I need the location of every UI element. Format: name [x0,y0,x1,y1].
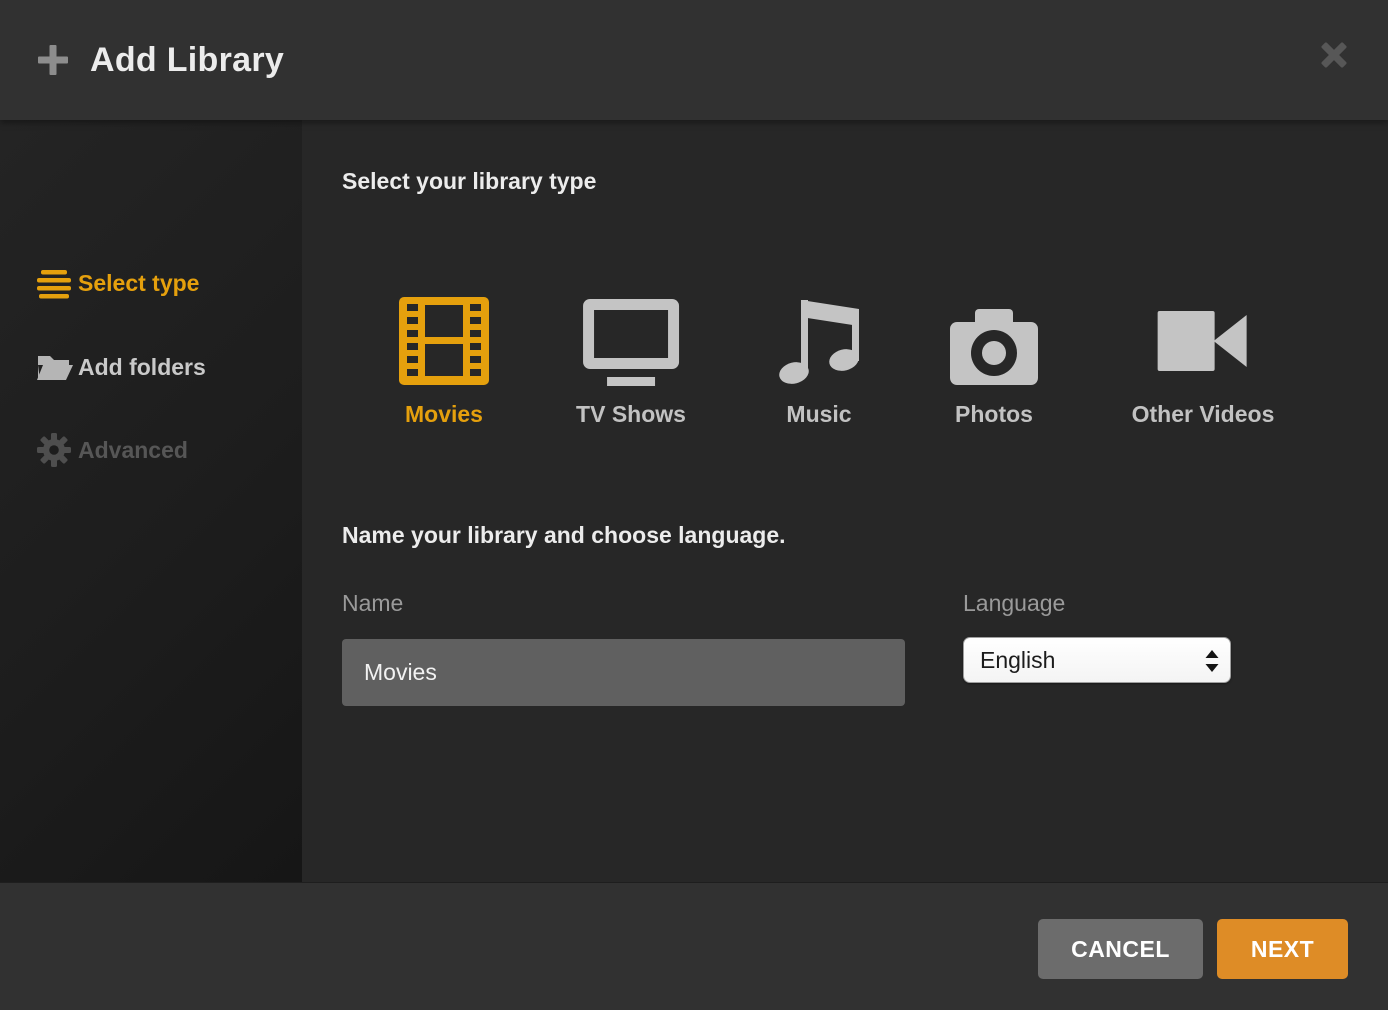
main-content: Select your library type [302,120,1388,882]
camera-icon [949,290,1039,386]
language-selected-value: English [964,647,1055,674]
tv-icon [576,290,686,386]
plus-icon [37,44,69,76]
dialog-footer: CANCEL NEXT [0,882,1388,1010]
music-note-icon [773,290,865,386]
select-stepper-icon [1204,649,1220,678]
video-camera-icon [1132,290,1275,386]
cancel-button[interactable]: CANCEL [1038,919,1203,979]
library-type-label: TV Shows [576,401,686,428]
name-field-label: Name [342,590,403,617]
wizard-steps-sidebar: Select type Add folders [0,120,302,882]
name-language-heading: Name your library and choose language. [342,522,786,549]
language-field-label: Language [963,590,1065,617]
sidebar-item-add-folders[interactable]: Add folders [0,342,302,392]
list-lines-icon [36,267,74,299]
sidebar-item-label: Advanced [78,437,188,464]
sidebar-item-label: Select type [78,270,199,297]
next-button[interactable]: NEXT [1217,919,1348,979]
sidebar-item-advanced: Advanced [0,425,302,475]
library-type-label: Movies [399,401,489,428]
library-type-movies[interactable]: Movies [399,290,489,428]
library-type-tv-shows[interactable]: TV Shows [576,290,686,428]
library-type-label: Music [773,401,865,428]
library-type-heading: Select your library type [342,168,596,195]
dialog-title: Add Library [90,0,284,120]
folder-open-icon [36,352,74,382]
library-type-photos[interactable]: Photos [949,290,1039,428]
library-type-label: Photos [949,401,1039,428]
library-type-label: Other Videos [1132,401,1275,428]
sidebar-item-label: Add folders [78,354,206,381]
film-strip-icon [399,290,489,386]
sidebar-item-select-type[interactable]: Select type [0,258,302,308]
add-library-dialog: Add Library Select type [0,0,1388,1010]
library-type-other-videos[interactable]: Other Videos [1132,290,1275,428]
library-type-music[interactable]: Music [773,290,865,428]
library-name-input[interactable] [342,639,905,706]
dialog-header: Add Library [0,0,1388,120]
close-icon[interactable] [1320,41,1348,69]
gear-icon [36,432,74,468]
language-select[interactable]: English [963,637,1231,683]
